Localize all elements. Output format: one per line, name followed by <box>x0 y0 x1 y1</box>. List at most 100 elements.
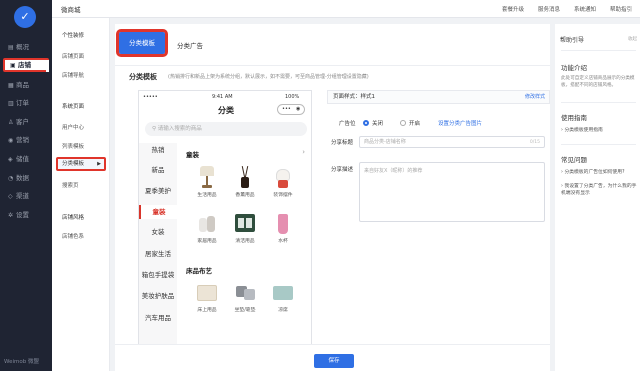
char-count: 0/15 <box>529 140 540 145</box>
help-panel: 帮助引导 收起 功能介绍 此处可自定义店铺商品展示的分类模板，搭配不同的店铺风格… <box>555 24 640 371</box>
subnav-item-category-template[interactable]: 分类模板 ▶ <box>56 157 106 171</box>
category-item[interactable]: 箱包手提袋 <box>139 268 177 282</box>
active-marker <box>46 60 49 72</box>
ad-slot-label: 广告位 <box>339 121 356 127</box>
category-item[interactable]: 热销 <box>139 143 177 157</box>
link-messages[interactable]: 服务消息 <box>538 5 560 13</box>
bedding-icon <box>196 281 218 303</box>
section-note: (热销排行和新品上架为系统分组，默认展示，如不需要，可至商品管理-分组管理设置隐… <box>168 74 369 80</box>
product-item[interactable]: 床上用品 <box>188 281 226 315</box>
app-title: 微商城 <box>61 6 81 14</box>
main-nav: ✓ ▤ 概况 ▣ 店铺 ▦ 商品 ▥ 订单 ♙ 客户 ◉ 营销 ◈ 储值 ◔ 数据 ◇ 渠道 ✲ 设… <box>0 0 52 371</box>
faq-link[interactable]: › 分类模板的广告位如何使用? <box>561 169 638 176</box>
tab-category-template[interactable]: 分类模板 <box>116 29 168 57</box>
signal-icon: ••••• <box>143 94 158 100</box>
product-item[interactable]: 香薰用品 <box>226 166 264 200</box>
share-title-input[interactable]: 商品分类-店铺名称 0/15 <box>359 136 545 148</box>
phone-preview: ••••• 9:41 AM 100% 分类 ••• ◉ ⚲ 请输入搜索的商品 热… <box>138 90 312 371</box>
guide-link[interactable]: › 分类模板使用指南 <box>561 127 638 134</box>
nav-item-wallet[interactable]: ◈ 储值 <box>3 152 49 166</box>
faq-link[interactable]: › 我设置了分类广告，为什么我的手机端没有显示 <box>561 183 638 197</box>
faq-title: 常见问题 <box>561 156 587 164</box>
subnav-item-store-pages[interactable]: 店铺页面 <box>62 52 84 60</box>
product-item[interactable]: 生活用品 <box>188 166 226 200</box>
tab-bar: 分类模板 分类广告 <box>115 24 550 66</box>
status-time: 9:41 AM <box>212 94 233 100</box>
miniapp-capsule[interactable]: ••• ◉ <box>277 104 305 115</box>
share-desc-textarea[interactable]: 来自好友X（昵称）的推荐 <box>359 162 545 222</box>
subnav-item-store-nav[interactable]: 店铺导航 <box>62 71 84 79</box>
nav-item-store[interactable]: ▣ 店铺 <box>3 58 49 72</box>
save-button[interactable]: 保存 <box>314 354 354 368</box>
divider <box>561 144 636 145</box>
product-item[interactable]: 家居用品 <box>188 212 226 246</box>
nav-item-customers[interactable]: ♙ 客户 <box>3 115 49 129</box>
close-circle-icon: ◉ <box>296 106 301 112</box>
customer-icon: ♙ <box>8 119 14 126</box>
chevron-right-icon[interactable]: › <box>302 148 305 156</box>
settings-form: 页面样式：样式1 修改样式 广告位 关闭 开启 设置分类广告图片 分享标题 商品… <box>327 90 550 254</box>
sub-nav: 个性装修 店铺页面 店铺导航 系统页面 用户中心 列表模板 分类模板 ▶ 搜索页… <box>52 18 110 371</box>
intro-desc: 此处可自定义店铺商品展示的分类模板，搭配不同的店铺风格。 <box>561 76 635 88</box>
link-upgrade[interactable]: 套餐升级 <box>502 5 524 13</box>
product-item[interactable]: 水杯 <box>264 212 302 246</box>
nav-item-overview[interactable]: ▤ 概况 <box>3 40 49 54</box>
logo-icon[interactable]: ✓ <box>14 6 36 28</box>
nav-item-orders[interactable]: ▥ 订单 <box>3 96 49 110</box>
ad-off-radio[interactable] <box>363 120 369 126</box>
category-item-active[interactable]: 童装 <box>139 205 177 219</box>
goods-icon: ▦ <box>8 82 14 89</box>
order-icon: ▥ <box>8 100 14 107</box>
collapse-help-link[interactable]: 收起 <box>628 36 637 42</box>
footer-bar: 保存 <box>115 344 550 371</box>
more-icon: ••• <box>282 106 291 112</box>
nav-item-marketing[interactable]: ◉ 营销 <box>3 133 49 147</box>
battery-level: 100% <box>285 94 300 100</box>
cushion-icon <box>234 281 256 303</box>
category-item[interactable]: 美妆护肤品 <box>139 289 177 303</box>
ad-on-radio[interactable] <box>400 120 406 126</box>
product-item[interactable]: 坐垫/靠垫 <box>226 281 264 315</box>
vase-icon <box>196 212 218 234</box>
subnav-item-store-color[interactable]: 店铺色系 <box>62 232 84 240</box>
subnav-item-search-page[interactable]: 搜索页 <box>62 181 79 189</box>
store-icon: ▣ <box>10 62 16 69</box>
cleaning-set-icon <box>234 212 256 234</box>
nav-item-goods[interactable]: ▦ 商品 <box>3 78 49 92</box>
subnav-item-user-center[interactable]: 用户中心 <box>62 123 84 131</box>
nav-item-data[interactable]: ◔ 数据 <box>3 171 49 185</box>
category-item[interactable]: 新品 <box>139 163 177 177</box>
chart-icon: ▤ <box>8 44 14 51</box>
main-panel: 分类模板 分类广告 分类模板 (热销排行和新品上架为系统分组，默认展示，如不需要… <box>115 24 550 371</box>
product-item[interactable]: 凉席 <box>264 281 302 315</box>
section-title: 分类模板 <box>129 73 157 81</box>
set-ad-image-link[interactable]: 设置分类广告图片 <box>438 119 482 127</box>
tab-category-ads[interactable]: 分类广告 <box>177 40 203 50</box>
intro-title: 功能介绍 <box>561 64 587 72</box>
product-item[interactable]: 清洁用品 <box>226 212 264 246</box>
diffuser-icon <box>234 166 256 188</box>
nav-item-settings[interactable]: ✲ 设置 <box>3 208 49 222</box>
product-group-title: 童装 <box>186 151 199 159</box>
ad-off-label: 关闭 <box>372 121 384 127</box>
category-item[interactable]: 夏季美护 <box>139 184 177 198</box>
lucky-cat-icon <box>272 166 294 188</box>
phone-search-input[interactable]: ⚲ 请输入搜索的商品 <box>145 122 307 136</box>
category-item[interactable]: 汽车用品 <box>139 311 177 325</box>
phone-status-bar: ••••• 9:41 AM 100% <box>139 91 311 101</box>
gear-icon: ✲ <box>8 212 14 219</box>
nav-item-channel[interactable]: ◇ 渠道 <box>3 189 49 203</box>
edit-style-link[interactable]: 修改样式 <box>525 91 545 103</box>
link-notices[interactable]: 系统通知 <box>574 5 596 13</box>
wallet-icon: ◈ <box>8 156 13 163</box>
mat-icon <box>272 281 294 303</box>
subnav-item-list-template[interactable]: 列表模板 <box>62 142 84 150</box>
link-help[interactable]: 帮助指引 <box>610 5 632 13</box>
help-title: 帮助引导 <box>560 37 585 44</box>
product-item[interactable]: 装饰摆件 <box>264 166 302 200</box>
subnav-group-title: 店铺风格 <box>62 215 85 221</box>
share-desc-label: 分享描述 <box>331 167 354 173</box>
channel-icon: ◇ <box>8 193 13 200</box>
category-item[interactable]: 女装 <box>139 225 177 239</box>
category-item[interactable]: 居家生活 <box>139 247 177 261</box>
